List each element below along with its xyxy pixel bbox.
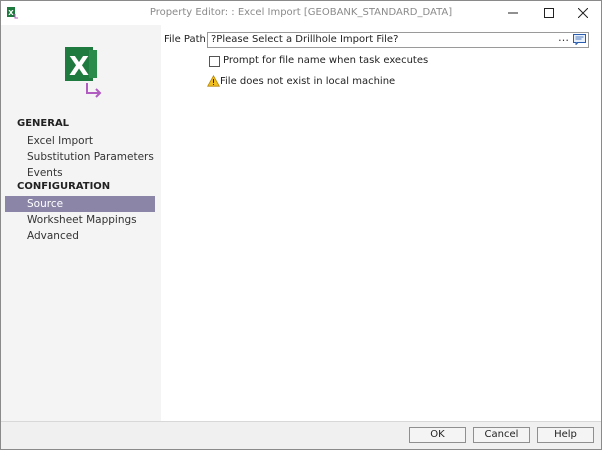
warning-icon: [207, 74, 220, 87]
close-button[interactable]: [567, 1, 599, 25]
file-path-value: ?Please Select a Drillhole Import File?: [211, 34, 399, 45]
file-path-label: File Path: [164, 34, 206, 45]
nav-events[interactable]: Events: [5, 165, 155, 181]
excel-import-logo-icon: X: [65, 47, 105, 99]
section-configuration: CONFIGURATION: [17, 181, 111, 192]
nav-substitution-parameters[interactable]: Substitution Parameters: [5, 149, 155, 165]
prompt-label: Prompt for file name when task executes: [223, 55, 429, 66]
nav-excel-import[interactable]: Excel Import: [5, 133, 155, 149]
property-editor-window: X Property Editor: : Excel Import [GEOBA…: [0, 0, 602, 450]
help-button[interactable]: Help: [537, 427, 594, 443]
maximize-button[interactable]: [533, 1, 565, 25]
prompt-checkbox[interactable]: [209, 56, 220, 67]
sidebar: X GENERAL Excel Import Substitution Para…: [1, 25, 161, 421]
cancel-button[interactable]: Cancel: [473, 427, 530, 443]
ok-button[interactable]: OK: [409, 427, 466, 443]
nav-worksheet-mappings[interactable]: Worksheet Mappings: [5, 212, 155, 228]
svg-text:X: X: [69, 52, 89, 82]
file-path-input[interactable]: ?Please Select a Drillhole Import File? …: [207, 31, 589, 48]
warning-text: File does not exist in local machine: [220, 76, 396, 87]
title-bar: X Property Editor: : Excel Import [GEOBA…: [1, 1, 601, 25]
nav-source[interactable]: Source: [5, 196, 155, 212]
main-panel: File Path ?Please Select a Drillhole Imp…: [161, 25, 601, 421]
footer-bar: OK Cancel Help: [1, 421, 601, 449]
message-icon[interactable]: [573, 34, 586, 46]
section-general: GENERAL: [17, 118, 70, 129]
minimize-button[interactable]: [497, 1, 529, 25]
ellipsis-icon[interactable]: …: [558, 31, 569, 44]
nav-advanced[interactable]: Advanced: [5, 228, 155, 244]
